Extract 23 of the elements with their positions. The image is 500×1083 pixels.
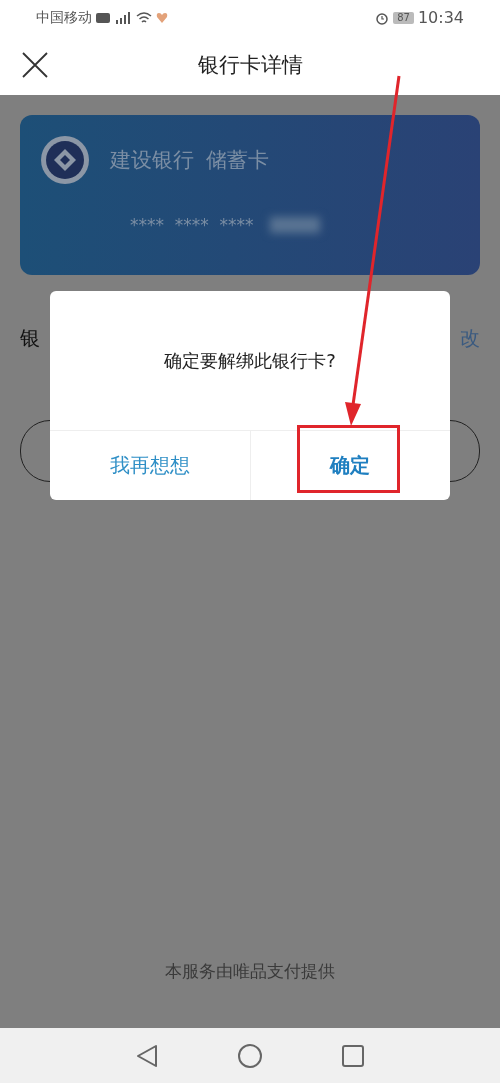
page-title: 银行卡详情: [197, 52, 303, 79]
wifi-icon: [136, 11, 152, 24]
clock-time: 10:34: [417, 8, 464, 27]
footer-note: 本服务由唯品支付提供: [165, 960, 335, 983]
home-icon[interactable]: [238, 1043, 262, 1068]
row-label: 银: [20, 324, 40, 352]
bank-logo-icon: [40, 135, 90, 185]
bank-name: 建设银行: [110, 148, 194, 172]
cancel-button[interactable]: 我再想想: [50, 431, 250, 500]
heart-icon: [156, 12, 168, 23]
dialog-message: 确定要解绑此银行卡?: [164, 348, 336, 373]
card-type: 储蓄卡: [206, 148, 269, 172]
carrier-name: 中国移动: [36, 8, 92, 27]
recents-icon[interactable]: [342, 1044, 364, 1067]
back-icon[interactable]: [136, 1043, 158, 1068]
signal-icon: [114, 11, 132, 24]
card-number: **** **** ****: [130, 215, 254, 235]
hd-icon: [96, 12, 110, 23]
confirm-button[interactable]: 确定: [249, 431, 450, 500]
battery-level: 87: [393, 11, 414, 24]
blurred-digits: [269, 217, 320, 233]
close-icon[interactable]: [22, 52, 48, 78]
alarm-icon: [375, 10, 390, 25]
